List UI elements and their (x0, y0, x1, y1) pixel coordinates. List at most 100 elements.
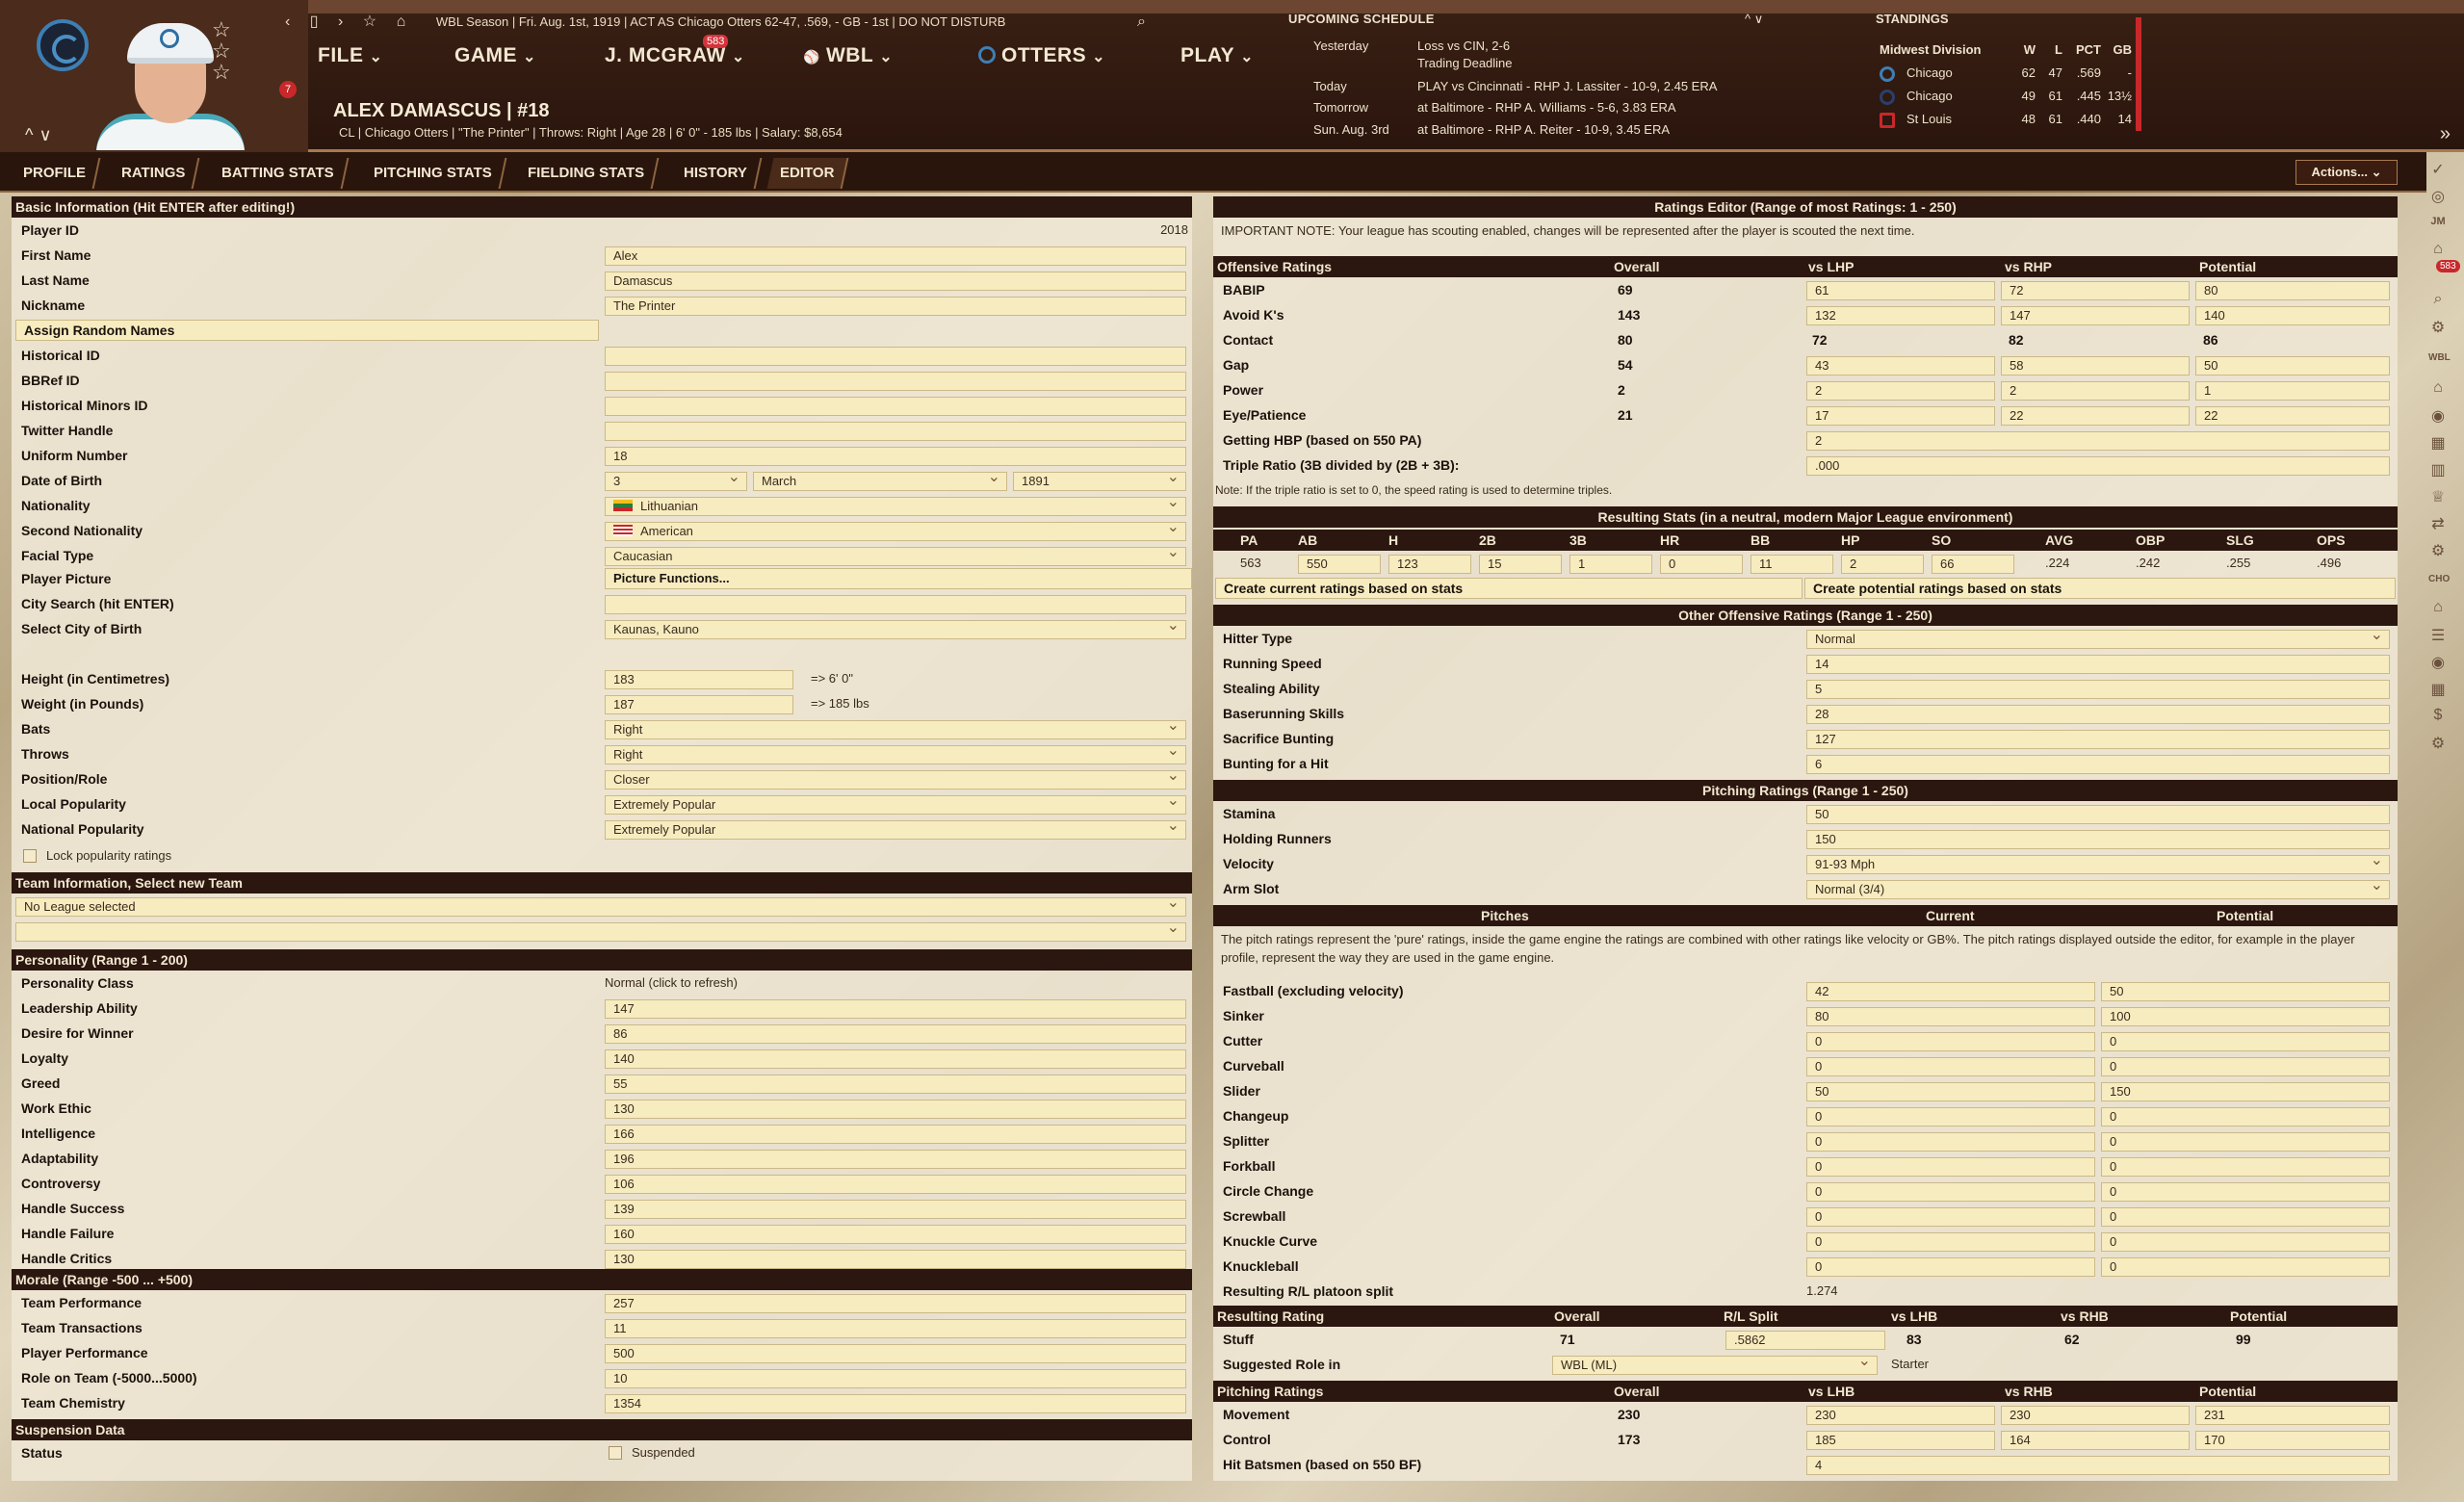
stat-2b-field[interactable]: 15 (1479, 555, 1562, 574)
gear-icon[interactable]: ⚙ (2428, 541, 2448, 560)
pitch-potential-field[interactable]: 0 (2101, 1057, 2390, 1076)
morale-value-field[interactable]: 500 (605, 1344, 1186, 1363)
morale-value-field[interactable]: 257 (605, 1294, 1186, 1313)
lock-popularity-checkbox[interactable] (23, 849, 37, 863)
hbp-field[interactable]: 2 (1806, 431, 2390, 451)
rating-vs-rhp-field[interactable]: 22 (2001, 406, 2190, 426)
morale-value-field[interactable]: 1354 (605, 1394, 1186, 1413)
globe-icon[interactable]: ◎ (2428, 187, 2448, 206)
personality-value-field[interactable]: 140 (605, 1049, 1186, 1069)
news-icon[interactable]: ◉ (2428, 653, 2448, 672)
transaction-icon[interactable]: ⇄ (2428, 514, 2448, 533)
pitch-current-field[interactable]: 42 (1806, 982, 2095, 1001)
trophy-icon[interactable]: ♕ (2428, 487, 2448, 506)
pr-vs-lhb-field[interactable]: 185 (1806, 1431, 1995, 1450)
triple-ratio-field[interactable]: .000 (1806, 456, 2390, 476)
home-icon[interactable]: ⌂ (2428, 599, 2448, 618)
pitch-current-field[interactable]: 0 (1806, 1107, 2095, 1126)
personality-value-field[interactable]: 55 (605, 1075, 1186, 1094)
stats-icon[interactable]: ▥ (2428, 460, 2448, 479)
tab-fielding-stats[interactable]: FIELDING STATS (514, 158, 660, 189)
pitch-potential-field[interactable]: 0 (2101, 1132, 2390, 1152)
pitch-current-field[interactable]: 50 (1806, 1082, 2095, 1101)
pitch-current-field[interactable]: 0 (1806, 1132, 2095, 1152)
stat-hr-field[interactable]: 0 (1660, 555, 1743, 574)
pr-potential-field[interactable]: 170 (2195, 1431, 2390, 1450)
pitch-current-field[interactable]: 0 (1806, 1257, 2095, 1277)
pitch-current-field[interactable]: 0 (1806, 1182, 2095, 1202)
nav-team[interactable]: OTTERS ⌄ (978, 44, 1105, 67)
last-name-field[interactable]: Damascus (605, 272, 1186, 291)
personality-value-field[interactable]: 130 (605, 1250, 1186, 1269)
pitching-rating-field[interactable]: Normal (3/4) (1806, 880, 2390, 899)
other-rating-field[interactable]: 127 (1806, 730, 2390, 749)
tab-history[interactable]: HISTORY (670, 158, 763, 189)
dob-day-select[interactable]: 3 (605, 472, 747, 491)
calendar-icon[interactable]: ▦ (2428, 433, 2448, 453)
league-select[interactable]: No League selected (15, 897, 1186, 917)
uniform-field[interactable]: 18 (605, 447, 1186, 466)
pitch-current-field[interactable]: 0 (1806, 1057, 2095, 1076)
search-icon[interactable]: ⌕ (1137, 13, 1146, 31)
other-rating-field[interactable]: Normal (1806, 630, 2390, 649)
pitch-potential-field[interactable]: 0 (2101, 1257, 2390, 1277)
nationality-select[interactable]: Lithuanian (605, 497, 1186, 516)
calendar-icon[interactable]: ▦ (2428, 680, 2448, 699)
personality-value-field[interactable]: 139 (605, 1200, 1186, 1219)
stat-bb-field[interactable]: 11 (1751, 555, 1833, 574)
historical-minors-field[interactable] (605, 397, 1186, 416)
rating-vs-lhp-field[interactable]: 61 (1806, 281, 1995, 300)
rating-vs-rhp-field[interactable]: 147 (2001, 306, 2190, 325)
personality-value-field[interactable]: 196 (605, 1150, 1186, 1169)
pitch-potential-field[interactable]: 150 (2101, 1082, 2390, 1101)
personality-class-refresh[interactable]: Normal (click to refresh) (605, 975, 738, 990)
role-league-select[interactable]: WBL (ML) (1552, 1356, 1878, 1375)
news-icon[interactable]: ◉ (2428, 406, 2448, 426)
tab-editor[interactable]: EDITOR (766, 158, 849, 189)
pitch-current-field[interactable]: 0 (1806, 1232, 2095, 1252)
suspended-checkbox[interactable] (609, 1446, 622, 1460)
pitch-potential-field[interactable]: 50 (2101, 982, 2390, 1001)
other-rating-field[interactable]: 6 (1806, 755, 2390, 774)
manager-icon[interactable]: JM (2428, 216, 2448, 235)
picture-functions-button[interactable]: Picture Functions... (605, 568, 1192, 589)
pr-vs-lhb-field[interactable]: 230 (1806, 1406, 1995, 1425)
league-icon[interactable]: WBL (2428, 352, 2451, 372)
rating-potential-field[interactable]: 22 (2195, 406, 2390, 426)
personality-value-field[interactable]: 166 (605, 1125, 1186, 1144)
create-current-ratings-button[interactable]: Create current ratings based on stats (1215, 578, 1803, 599)
pitch-potential-field[interactable]: 0 (2101, 1207, 2390, 1227)
pitch-potential-field[interactable]: 100 (2101, 1007, 2390, 1026)
other-rating-field[interactable]: 5 (1806, 680, 2390, 699)
roster-icon[interactable]: ☰ (2428, 626, 2448, 645)
assign-random-names-button[interactable]: Assign Random Names (15, 320, 599, 341)
pitch-potential-field[interactable]: 0 (2101, 1107, 2390, 1126)
pitching-rating-field[interactable]: 91-93 Mph (1806, 855, 2390, 874)
rating-vs-rhp-field[interactable]: 72 (2001, 281, 2190, 300)
height-field[interactable]: 183 (605, 670, 793, 689)
pitch-current-field[interactable]: 80 (1806, 1007, 2095, 1026)
local-popularity-select[interactable]: Extremely Popular (605, 795, 1186, 815)
pr-vs-rhb-field[interactable]: 164 (2001, 1431, 2190, 1450)
rating-vs-rhp-field[interactable]: 2 (2001, 381, 2190, 401)
rating-vs-lhp-field[interactable]: 17 (1806, 406, 1995, 426)
home-icon[interactable]: ⌂ (2428, 241, 2448, 260)
bbref-id-field[interactable] (605, 372, 1186, 391)
historical-id-field[interactable] (605, 347, 1186, 366)
nav-game[interactable]: GAME ⌄ (454, 44, 536, 67)
city-birth-select[interactable]: Kaunas, Kauno (605, 620, 1186, 639)
stat-3b-field[interactable]: 1 (1569, 555, 1652, 574)
dob-month-select[interactable]: March (753, 472, 1007, 491)
toolbar-icons[interactable]: ‹ ▯ › ☆ ⌂ (285, 12, 413, 31)
tab-profile[interactable]: PROFILE (10, 158, 101, 189)
pitching-rating-field[interactable]: 50 (1806, 805, 2390, 824)
team-icon[interactable]: CHO (2428, 574, 2450, 593)
dob-year-select[interactable]: 1891 (1013, 472, 1186, 491)
throws-select[interactable]: Right (605, 745, 1186, 764)
pr-vs-rhb-field[interactable]: 230 (2001, 1406, 2190, 1425)
pitch-potential-field[interactable]: 0 (2101, 1032, 2390, 1051)
rating-potential-field[interactable]: 80 (2195, 281, 2390, 300)
personality-value-field[interactable]: 160 (605, 1225, 1186, 1244)
rating-potential-field[interactable]: 140 (2195, 306, 2390, 325)
actions-button[interactable]: Actions... ⌄ (2295, 160, 2398, 185)
